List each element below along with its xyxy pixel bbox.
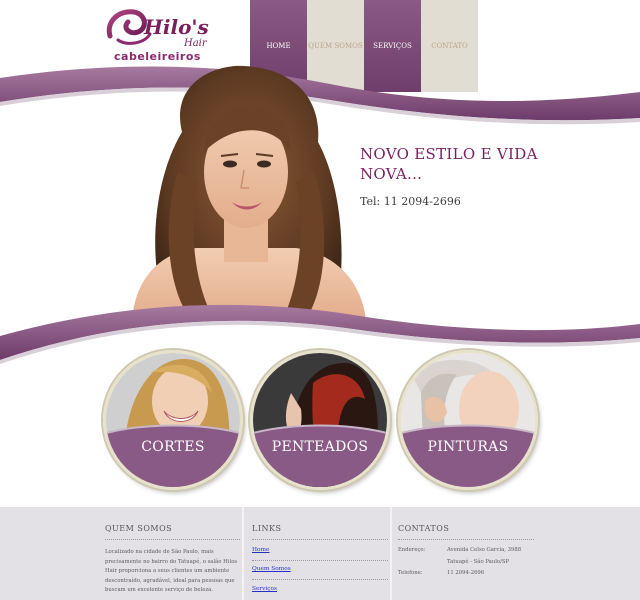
footer <box>0 507 640 600</box>
service-label-cortes: CORTES <box>141 439 205 455</box>
footer-link-rule <box>252 579 388 580</box>
hero-phone: Tel: 11 2094-2696 <box>360 195 461 208</box>
contact-address-line1: Avenida Celso Garcia, 3988 <box>447 547 522 553</box>
service-penteados[interactable]: PENTEADOS <box>250 350 390 490</box>
footer-link-home[interactable]: Home <box>252 547 269 553</box>
page: Hilo's Hair cabeleireiros HOME QUEM SOMO… <box>0 0 640 600</box>
service-label-pinturas: PINTURAS <box>427 439 509 455</box>
footer-link-rule <box>252 560 388 561</box>
service-pinturas[interactable]: PINTURAS <box>398 350 538 490</box>
contact-address-line2: Tatuapé - São Paulo/SP <box>447 559 510 565</box>
footer-about-text: Localizado na cidade de São Paulo, mais … <box>105 549 238 594</box>
blonde-woman-smiling-photo-icon <box>106 353 240 487</box>
footer-contacts-title: CONTATOS <box>398 524 450 533</box>
footer-link-quem-somos[interactable]: Quem Somos <box>252 566 291 572</box>
hero-headline: NOVO ESTILO E VIDA NOVA... <box>360 145 538 183</box>
footer-links-title: LINKS <box>252 524 282 533</box>
footer-link-servicos[interactable]: Serviços <box>252 586 277 592</box>
footer-links-rule <box>252 539 388 540</box>
footer-divider <box>242 507 244 600</box>
service-label-penteados: PENTEADOS <box>271 439 369 455</box>
footer-contacts-rule <box>398 539 534 540</box>
footer-about-rule <box>105 539 240 540</box>
footer-about-title: QUEM SOMOS <box>105 524 173 533</box>
contact-phone-label: Telefone: <box>398 570 423 576</box>
contact-phone-value: 11 2094-2696 <box>447 570 485 576</box>
contact-address-label: Endereço: <box>398 547 426 553</box>
logo-hair-text: Hair <box>183 38 208 49</box>
logo-swirl-icon: Hilo's Hair <box>106 9 209 49</box>
red-hair-profile-photo-icon <box>253 353 387 487</box>
site-logo[interactable]: Hilo's Hair cabeleireiros <box>104 6 216 63</box>
hair-coloring-photo-icon <box>401 353 535 487</box>
service-cortes[interactable]: CORTES <box>103 350 243 490</box>
hero-model-photo <box>132 65 366 320</box>
footer-divider <box>390 507 392 600</box>
logo-script-text: Hilo's <box>143 15 209 39</box>
